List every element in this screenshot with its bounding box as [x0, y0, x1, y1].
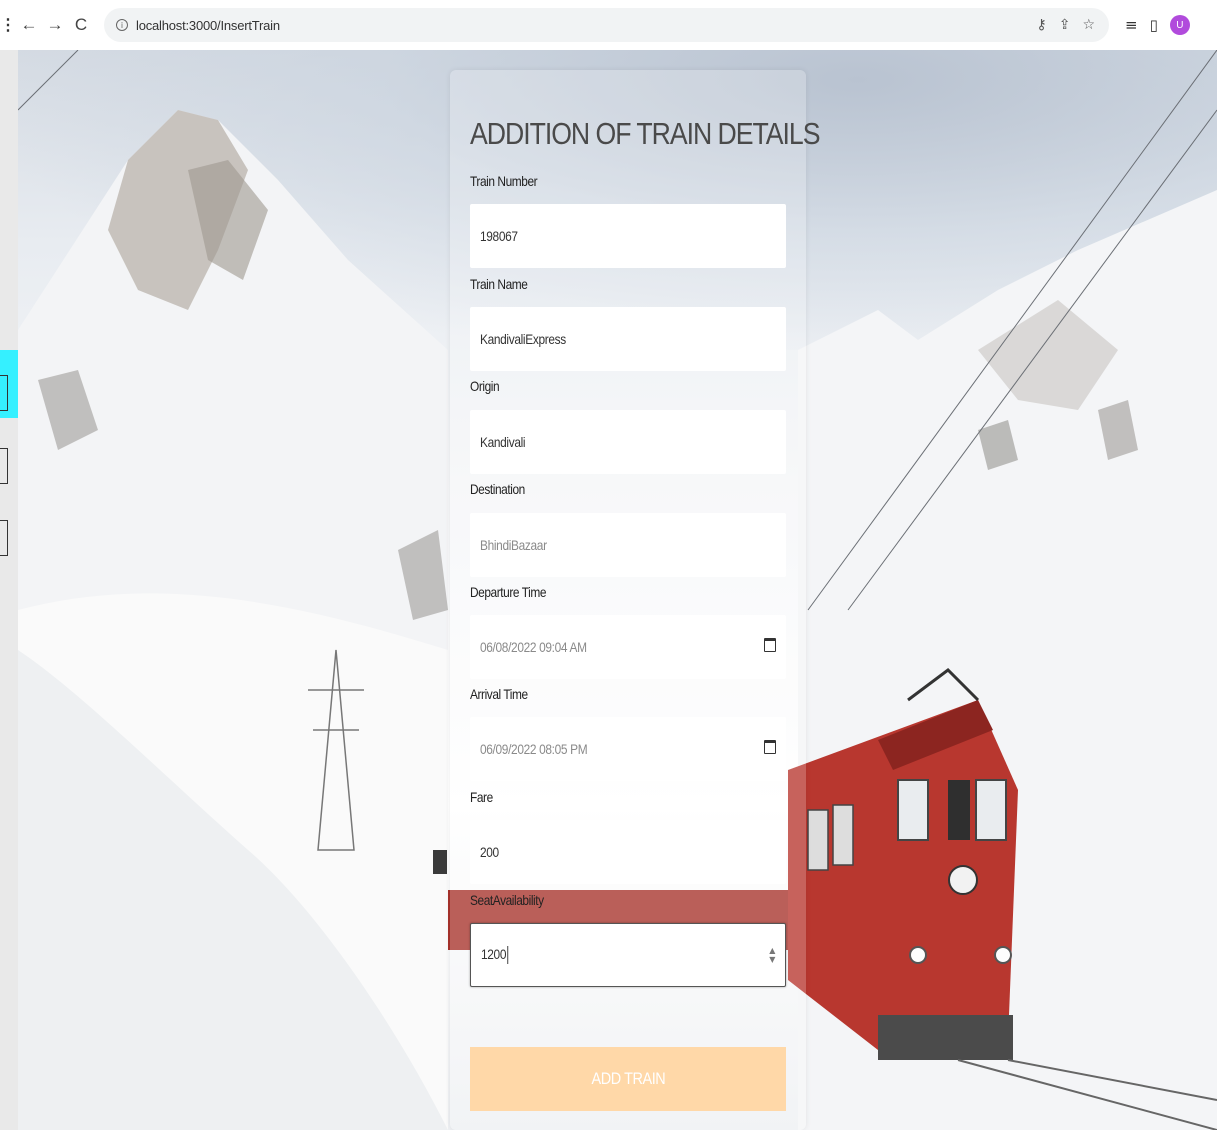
add-train-button-label: ADD TRAIN: [591, 1069, 665, 1088]
departure-time-label: Departure Time: [470, 584, 547, 600]
back-arrow-icon[interactable]: ←: [16, 12, 42, 38]
site-info-icon[interactable]: i: [116, 19, 128, 31]
add-train-button[interactable]: ADD TRAIN: [470, 1047, 786, 1111]
underlying-window-box: [0, 375, 8, 411]
train-name-value: KandivaliExpress: [480, 331, 566, 347]
underlying-window-edge: [0, 50, 18, 1130]
train-form-panel: ADDITION OF TRAIN DETAILS Train Number 1…: [450, 70, 821, 1130]
origin-value: Kandivali: [480, 434, 526, 450]
reload-icon[interactable]: C: [68, 12, 94, 38]
seat-availability-label: SeatAvailability: [470, 892, 544, 908]
train-number-input[interactable]: 198067: [470, 204, 786, 268]
fare-value: 200: [480, 844, 499, 860]
seat-availability-value: 1200: [481, 945, 508, 965]
url-text[interactable]: localhost:3000/InsertTrain: [136, 18, 280, 33]
bookmark-star-icon[interactable]: ☆: [1082, 17, 1095, 33]
side-panel-icon[interactable]: ▯: [1150, 16, 1158, 34]
forward-arrow-icon[interactable]: →: [42, 12, 68, 38]
share-icon[interactable]: ⇪: [1059, 17, 1071, 33]
browser-actions: ≡ ▯ U: [1125, 15, 1190, 35]
calendar-icon[interactable]: [764, 740, 776, 754]
seat-availability-input[interactable]: 1200 ▲ ▼: [470, 923, 786, 987]
profile-avatar[interactable]: U: [1169, 15, 1190, 35]
arrival-time-value: 06/09/2022 08:05 PM: [480, 741, 588, 757]
page-title: ADDITION OF TRAIN DETAILS: [470, 116, 821, 151]
fare-input[interactable]: 200: [470, 820, 786, 884]
departure-time-input[interactable]: 06/08/2022 09:04 AM: [470, 615, 786, 679]
underlying-window-box: [0, 520, 8, 556]
calendar-icon[interactable]: [764, 638, 776, 652]
key-icon[interactable]: ⚷: [1036, 17, 1046, 33]
destination-input[interactable]: BhindiBazaar: [470, 513, 786, 577]
destination-label: Destination: [470, 481, 525, 497]
train-number-label: Train Number: [470, 173, 538, 189]
arrival-time-label: Arrival Time: [470, 686, 528, 702]
origin-input[interactable]: Kandivali: [470, 410, 786, 474]
browser-toolbar: ⋮ ← → C i localhost:3000/InsertTrain ⚷ ⇪…: [0, 0, 1217, 50]
origin-label: Origin: [470, 378, 500, 394]
fare-label: Fare: [470, 789, 493, 805]
address-bar[interactable]: i localhost:3000/InsertTrain ⚷ ⇪ ☆: [104, 8, 1109, 42]
departure-time-value: 06/08/2022 09:04 AM: [480, 639, 587, 655]
destination-placeholder: BhindiBazaar: [480, 537, 547, 553]
text-cursor: [506, 946, 508, 965]
arrival-time-input[interactable]: 06/09/2022 08:05 PM: [470, 717, 786, 781]
train-name-label: Train Name: [470, 276, 528, 292]
reading-list-icon[interactable]: ≡: [1125, 16, 1138, 34]
address-bar-actions: ⚷ ⇪ ☆: [1036, 8, 1095, 42]
underlying-window-box: [0, 448, 8, 484]
number-spinner-icon[interactable]: ▲ ▼: [769, 946, 775, 964]
seat-availability-text: 1200: [481, 945, 507, 962]
train-number-value: 198067: [480, 228, 518, 244]
menu-kebab-icon[interactable]: ⋮: [0, 15, 16, 35]
train-name-input[interactable]: KandivaliExpress: [470, 307, 786, 371]
